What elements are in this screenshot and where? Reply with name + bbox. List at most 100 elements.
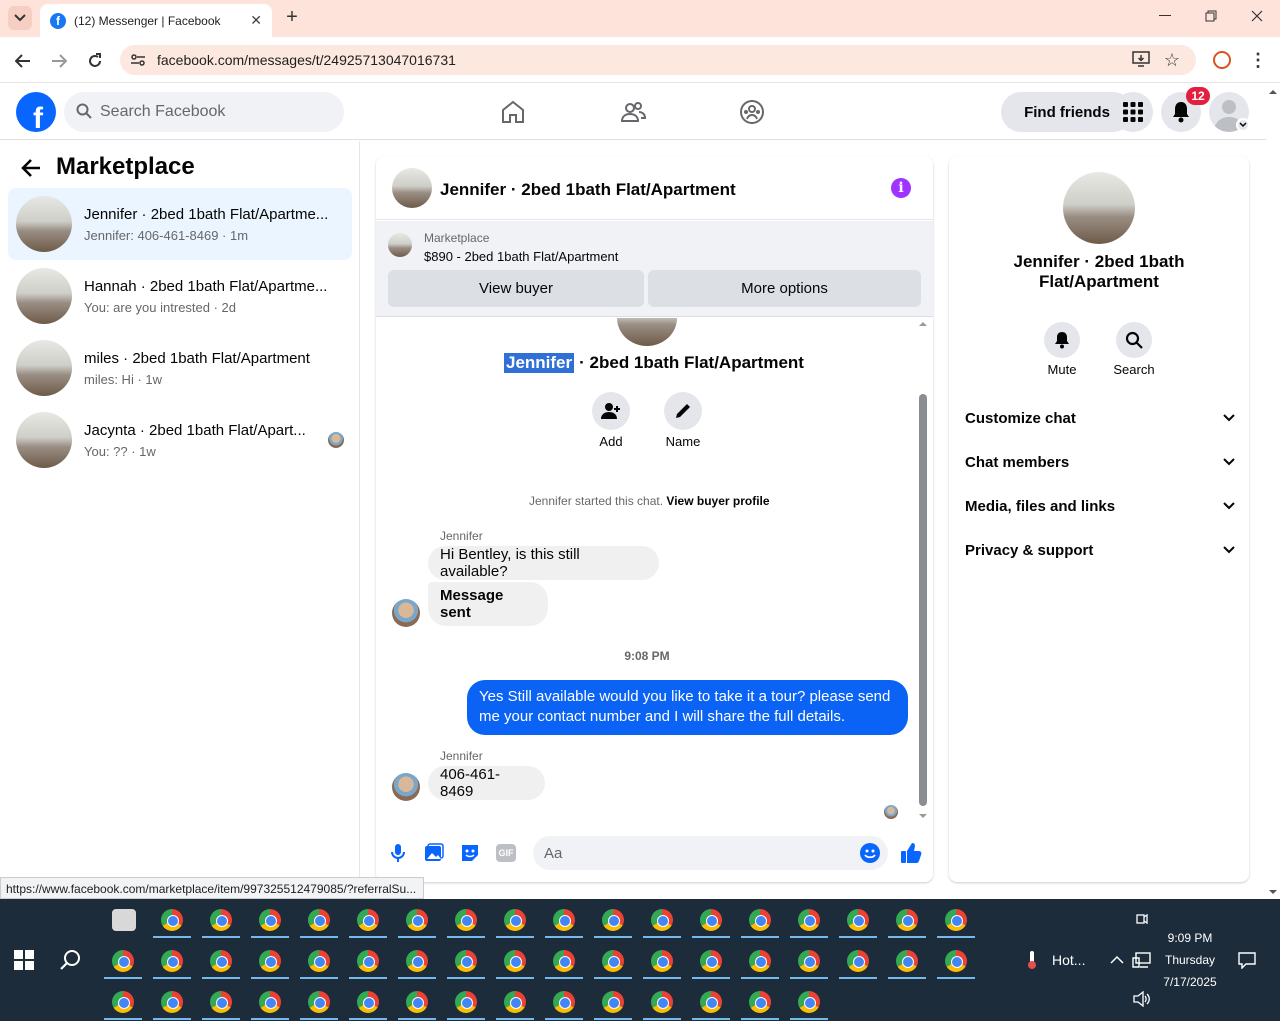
chrome-taskbar-icon[interactable] — [161, 991, 183, 1013]
sender-avatar[interactable] — [392, 773, 420, 801]
microphone-icon[interactable] — [389, 843, 407, 863]
new-tab-icon[interactable]: + — [282, 6, 302, 28]
chrome-taskbar-icon[interactable] — [357, 950, 379, 972]
clock-time[interactable]: 9:09 PM — [1158, 931, 1222, 945]
back-icon[interactable] — [12, 50, 34, 72]
search-conversation-icon[interactable] — [1116, 322, 1152, 358]
home-icon[interactable] — [500, 99, 526, 125]
message-input[interactable]: Aa — [533, 836, 888, 870]
incoming-message[interactable]: Message sent — [428, 582, 548, 626]
incoming-message[interactable]: 406-461-8469 — [428, 766, 545, 800]
chat-scrollbar[interactable] — [918, 320, 928, 820]
meet-now-icon[interactable] — [1136, 911, 1148, 927]
add-person-icon[interactable] — [592, 392, 630, 430]
network-icon[interactable] — [1132, 952, 1152, 968]
chrome-taskbar-icon[interactable] — [602, 950, 624, 972]
info-icon[interactable]: i — [891, 178, 911, 198]
back-arrow-icon[interactable] — [20, 157, 44, 181]
chrome-taskbar-icon[interactable] — [308, 991, 330, 1013]
site-info-icon[interactable] — [130, 52, 146, 71]
chrome-taskbar-icon[interactable] — [455, 909, 477, 931]
account-chevron-icon[interactable] — [1236, 118, 1250, 132]
chrome-taskbar-icon[interactable] — [945, 909, 967, 931]
chrome-taskbar-icon[interactable] — [847, 909, 869, 931]
chrome-taskbar-icon[interactable] — [455, 950, 477, 972]
chrome-taskbar-icon[interactable] — [210, 950, 232, 972]
chrome-taskbar-icon[interactable] — [896, 909, 918, 931]
mute-bell-icon[interactable] — [1044, 322, 1080, 358]
chrome-taskbar-icon[interactable] — [357, 991, 379, 1013]
conversation-item[interactable]: miles · 2bed 1bath Flat/Apartment miles:… — [8, 332, 352, 404]
browser-tab[interactable]: f (12) Messenger | Facebook ✕ — [40, 4, 272, 37]
more-options-button[interactable]: More options — [648, 270, 921, 307]
thumbs-up-icon[interactable] — [900, 842, 922, 864]
marketplace-item-thumbnail[interactable] — [388, 233, 412, 257]
chrome-taskbar-icon[interactable] — [504, 950, 526, 972]
close-tab-icon[interactable]: ✕ — [250, 12, 262, 29]
chat-header-title[interactable]: Jennifer · 2bed 1bath Flat/Apartment — [440, 180, 736, 200]
chrome-taskbar-icon[interactable] — [112, 991, 134, 1013]
chrome-taskbar-icon[interactable] — [945, 950, 967, 972]
browser-menu-icon[interactable]: ⋮ — [1249, 49, 1267, 71]
menu-grid-icon[interactable] — [1113, 92, 1153, 132]
photo-icon[interactable] — [424, 843, 444, 863]
chrome-taskbar-icon[interactable] — [553, 950, 575, 972]
volume-icon[interactable] — [1133, 990, 1151, 1008]
profile-icon[interactable] — [1213, 51, 1231, 69]
chrome-taskbar-icon[interactable] — [161, 909, 183, 931]
chrome-taskbar-icon[interactable] — [406, 991, 428, 1013]
taskbar-search-icon[interactable] — [60, 949, 82, 971]
incoming-message[interactable]: Hi Bentley, is this still available? — [428, 546, 659, 580]
reload-icon[interactable] — [84, 50, 106, 72]
chrome-taskbar-icon[interactable] — [896, 950, 918, 972]
chrome-taskbar-icon[interactable] — [700, 909, 722, 931]
chrome-taskbar-icon[interactable] — [553, 909, 575, 931]
clock-day[interactable]: Thursday — [1158, 953, 1222, 967]
chrome-taskbar-icon[interactable] — [847, 950, 869, 972]
chrome-taskbar-icon[interactable] — [259, 950, 281, 972]
chrome-taskbar-icon[interactable] — [161, 950, 183, 972]
media-files-links-section[interactable]: Media, files and links — [965, 494, 1235, 518]
conversation-item[interactable]: Jacynta · 2bed 1bath Flat/Apart... You: … — [8, 404, 352, 476]
chrome-taskbar-icon[interactable] — [504, 991, 526, 1013]
chrome-taskbar-icon[interactable] — [749, 991, 771, 1013]
facebook-logo-icon[interactable]: f — [16, 92, 56, 132]
chrome-taskbar-icon[interactable] — [455, 991, 477, 1013]
outgoing-message[interactable]: Yes Still available would you like to ta… — [467, 680, 908, 735]
chrome-taskbar-icon[interactable] — [112, 950, 134, 972]
chrome-taskbar-icon[interactable] — [406, 950, 428, 972]
gif-icon[interactable]: GIF — [496, 844, 516, 862]
chrome-taskbar-icon[interactable] — [700, 950, 722, 972]
chrome-taskbar-icon[interactable] — [259, 909, 281, 931]
address-bar[interactable]: facebook.com/messages/t/2492571304701673… — [120, 45, 1196, 75]
bookmark-star-icon[interactable]: ☆ — [1164, 50, 1180, 71]
chat-members-section[interactable]: Chat members — [965, 450, 1235, 474]
friends-icon[interactable] — [620, 99, 647, 125]
conversation-item[interactable]: Jennifer · 2bed 1bath Flat/Apartme... Je… — [8, 188, 352, 260]
windows-start-icon[interactable] — [14, 950, 34, 970]
install-app-icon[interactable] — [1132, 51, 1150, 70]
chrome-taskbar-icon[interactable] — [798, 991, 820, 1013]
chrome-taskbar-icon[interactable] — [308, 950, 330, 972]
chrome-taskbar-icon[interactable] — [602, 991, 624, 1013]
view-buyer-button[interactable]: View buyer — [388, 270, 644, 307]
chrome-taskbar-icon[interactable] — [308, 909, 330, 931]
weather-thermometer-icon[interactable] — [1022, 950, 1042, 970]
page-scrollbar[interactable] — [1266, 86, 1280, 898]
search-facebook-input[interactable]: Search Facebook — [64, 92, 344, 132]
emoji-icon[interactable] — [860, 843, 880, 863]
show-hidden-icons-icon[interactable] — [1110, 952, 1124, 966]
pencil-icon[interactable] — [664, 392, 702, 430]
view-buyer-profile-link[interactable]: View buyer profile — [666, 494, 769, 508]
chrome-taskbar-icon[interactable] — [700, 991, 722, 1013]
sticker-icon[interactable] — [460, 843, 480, 863]
chrome-taskbar-icon[interactable] — [553, 991, 575, 1013]
chrome-taskbar-icon[interactable] — [406, 909, 428, 931]
privacy-support-section[interactable]: Privacy & support — [965, 538, 1235, 562]
chrome-taskbar-icon[interactable] — [210, 909, 232, 931]
minimize-icon[interactable] — [1155, 6, 1175, 26]
chrome-taskbar-icon[interactable] — [798, 950, 820, 972]
close-window-icon[interactable] — [1247, 6, 1267, 26]
chrome-taskbar-icon[interactable] — [651, 991, 673, 1013]
chrome-taskbar-icon[interactable] — [357, 909, 379, 931]
